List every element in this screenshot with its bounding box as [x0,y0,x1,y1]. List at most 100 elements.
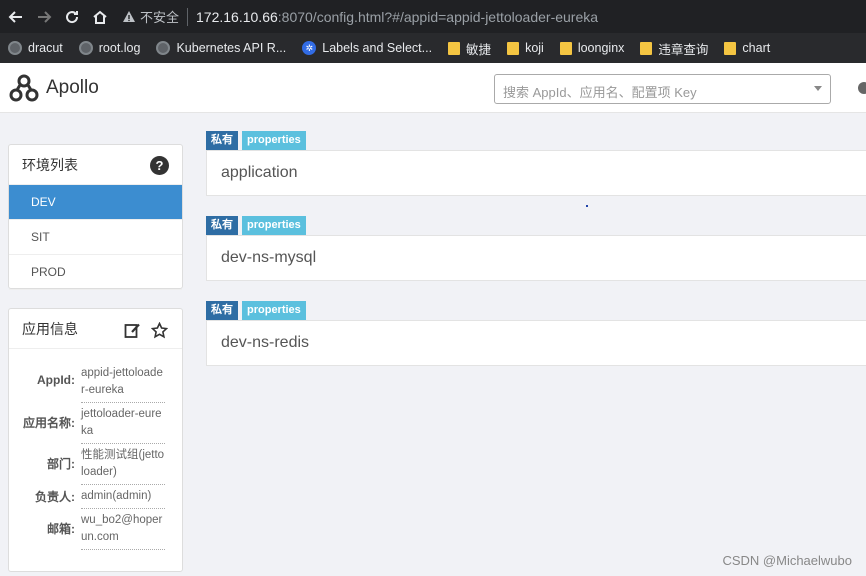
info-row: 负责人: admin(admin) [9,488,182,509]
app-info-panel: 应用信息 AppId: appid-jettoloader-eureka 应用名称:… [8,308,183,572]
bookmark-label: Labels and Select... [322,41,433,55]
url-host: 172.16.10.66 [196,8,278,25]
home-icon [93,10,107,24]
info-key: 负责人: [35,490,75,504]
tag-private: 私有 [206,216,238,235]
folder-icon [640,41,653,55]
bookmark-item[interactable]: dracut [8,41,63,55]
app-search-select[interactable]: 搜索 AppId、应用名、配置项 Key [494,74,831,104]
namespace-card: 私有 properties dev-ns-mysql [206,216,866,281]
namespace-card: 私有 properties dev-ns-redis [206,301,866,366]
apollo-logo[interactable]: Apollo [8,73,99,103]
bookmark-item[interactable]: 敏捷 [448,39,491,58]
forward-button[interactable] [30,3,58,31]
namespace-name: application [221,164,298,181]
question-icon[interactable]: ? [150,156,169,175]
bookmark-label: dracut [28,41,63,55]
environment-panel: 环境列表 ? DEV SIT PROD [8,144,183,290]
kubernetes-icon: ✲ [302,41,317,55]
bookmark-item[interactable]: koji [507,41,544,55]
home-button[interactable] [86,3,114,31]
reload-icon [66,10,79,23]
environment-panel-title: 环境列表 [22,156,78,173]
namespace-tags: 私有 properties [206,216,866,235]
edit-icon[interactable] [124,322,141,339]
app-header: Apollo 搜索 AppId、应用名、配置项 Key [0,63,866,113]
stray-dot [586,205,588,207]
namespace-header[interactable]: application [206,150,866,196]
tag-private: 私有 [206,301,238,320]
info-row: 部门: 性能测试组(jettoloader) [9,447,182,485]
info-value: appid-jettoloader-eureka [81,365,165,403]
bookmark-label: root.log [98,41,141,55]
help-icon[interactable] [858,82,866,94]
bookmark-label: koji [525,41,544,55]
info-row: AppId: appid-jettoloader-eureka [9,365,182,403]
warning-triangle-icon [123,11,135,22]
globe-icon [78,41,93,55]
info-value: admin(admin) [81,488,165,509]
security-indicator[interactable]: 不安全 [122,7,189,26]
bookmark-label: loonginx [577,41,625,55]
back-button[interactable] [2,3,30,31]
tag-private: 私有 [206,131,238,150]
environment-list: DEV SIT PROD [9,185,182,290]
bookmark-label: 违章查询 [658,42,709,57]
tag-properties: properties [242,301,306,320]
env-item-prod[interactable]: PROD [9,255,182,290]
app-info-panel-header: 应用信息 [9,309,182,349]
info-row: 邮箱: wu_bo2@hoperun.com [9,512,182,550]
arrow-left-icon [8,10,22,23]
env-item-dev[interactable]: DEV [9,185,182,220]
bookmarks-bar: dracut root.log Kubernetes API R... ✲ Labels… [0,33,866,63]
namespace-header[interactable]: dev-ns-mysql [206,235,866,281]
security-label: 不安全 [140,10,180,25]
globe-icon [8,41,22,55]
info-key: AppId: [37,373,75,387]
browser-address-bar: 不安全 172.16.10.66:8070/config.html?#/appi… [0,0,866,33]
bookmark-item[interactable]: 违章查询 [640,39,708,58]
bookmark-label: chart [742,41,771,55]
folder-icon [724,41,737,55]
bookmark-label: 敏捷 [466,42,492,57]
bookmark-item[interactable]: Kubernetes API R... [156,41,286,55]
info-key: 部门: [47,457,75,471]
star-icon[interactable] [151,322,168,339]
search-placeholder: 搜索 AppId、应用名、配置项 Key [503,85,697,100]
bookmark-item[interactable]: chart [724,41,770,55]
info-row: 应用名称: jettoloader-eureka [9,406,182,444]
globe-icon [156,41,171,55]
namespace-tags: 私有 properties [206,301,866,320]
namespace-card: 私有 properties application [206,131,866,196]
info-key: 应用名称: [23,416,75,430]
info-value: 性能测试组(jettoloader) [81,447,165,485]
folder-icon [448,41,461,55]
info-value: jettoloader-eureka [81,406,165,444]
arrow-right-icon [38,10,52,23]
env-item-sit[interactable]: SIT [9,220,182,255]
info-key: 邮箱: [47,522,75,536]
namespace-tags: 私有 properties [206,131,866,150]
bookmark-label: Kubernetes API R... [176,41,287,55]
folder-icon [559,41,572,55]
chevron-down-icon [814,86,822,91]
watermark: CSDN @Michaelwubo [722,553,852,568]
url-path: :8070/config.html?#/appid=appid-jettoloa… [277,8,599,25]
app-info-panel-title: 应用信息 [22,320,78,337]
app-info-list: AppId: appid-jettoloader-eureka 应用名称: jetto… [9,349,182,550]
url-field[interactable]: 不安全 172.16.10.66:8070/config.html?#/appi… [122,7,599,26]
bookmark-item[interactable]: loonginx [559,41,625,55]
tag-properties: properties [242,216,306,235]
namespace-name: dev-ns-redis [221,334,310,351]
logo-text: Apollo [46,77,99,98]
bookmark-item[interactable]: root.log [78,41,141,55]
folder-icon [507,41,520,55]
namespace-name: dev-ns-mysql [221,249,317,266]
info-value: wu_bo2@hoperun.com [81,512,165,550]
apollo-logo-icon [9,74,39,102]
reload-button[interactable] [58,3,86,31]
namespace-header[interactable]: dev-ns-redis [206,320,866,366]
bookmark-item[interactable]: ✲ Labels and Select... [302,41,432,55]
environment-panel-header: 环境列表 ? [9,145,182,185]
tag-properties: properties [242,131,306,150]
